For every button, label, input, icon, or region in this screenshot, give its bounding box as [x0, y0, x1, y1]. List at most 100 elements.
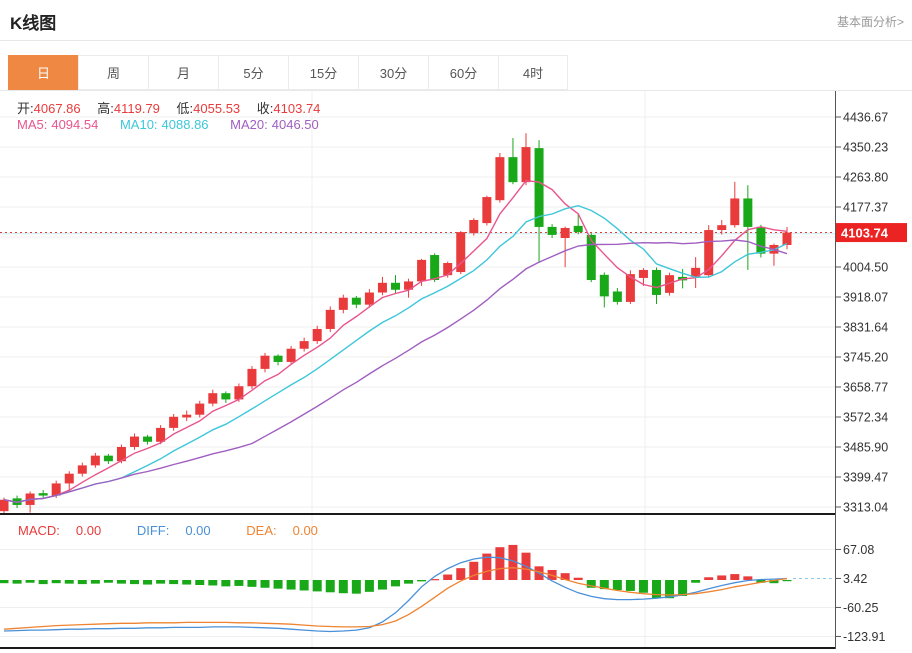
- fundamental-analysis-link[interactable]: 基本面分析>: [837, 13, 904, 30]
- candle-body: [573, 225, 583, 233]
- macd-bar: [730, 574, 740, 580]
- candle-body: [560, 227, 570, 239]
- ohlc-legend: 开:4067.86 高:4119.79 低:4055.53 收:4103.74: [17, 98, 333, 117]
- tab-4hour[interactable]: 4时: [498, 55, 568, 90]
- tab-week[interactable]: 周: [78, 55, 148, 90]
- header: K线图 基本面分析>: [0, 0, 912, 41]
- tab-5min[interactable]: 5分: [218, 55, 288, 90]
- candle-body: [273, 355, 283, 362]
- candle-body: [443, 263, 453, 276]
- macd-bar: [156, 580, 166, 584]
- candle-body: [547, 226, 557, 235]
- candle-body: [469, 219, 479, 234]
- y-axis-label: 3831.64: [843, 321, 888, 335]
- candle-body: [534, 148, 544, 227]
- macd-bar: [64, 580, 74, 584]
- macd-bar: [495, 547, 505, 580]
- macd-bar: [25, 580, 35, 583]
- macd-bar: [116, 580, 126, 584]
- tab-month[interactable]: 月: [148, 55, 218, 90]
- candle-body: [169, 416, 179, 428]
- ma5-label: MA5:: [17, 117, 48, 132]
- candle-body: [586, 234, 596, 281]
- candle-body: [299, 341, 309, 349]
- macd-bar: [338, 580, 348, 594]
- tab-15min[interactable]: 15分: [288, 55, 358, 90]
- candle-body: [338, 297, 348, 310]
- macd-bar: [743, 576, 753, 580]
- low-label: 低:: [176, 101, 194, 116]
- macd-bar: [103, 580, 113, 583]
- candle-body: [599, 274, 609, 297]
- tab-60min[interactable]: 60分: [428, 55, 498, 90]
- candle-body: [103, 455, 113, 462]
- candle-body: [351, 297, 361, 305]
- candle-body: [90, 455, 100, 466]
- macd-legend: MACD: 0.00 DIFF: 0.00 DEA: 0.00: [18, 523, 350, 538]
- candle-body: [260, 355, 270, 369]
- candle-body: [221, 393, 231, 400]
- ma10-label: MA10:: [119, 117, 158, 132]
- candle-body: [208, 393, 218, 404]
- candle-body: [364, 292, 374, 305]
- macd-bar: [51, 580, 61, 584]
- macd-bar: [573, 577, 583, 580]
- macd-bar: [351, 580, 361, 594]
- candle-body: [782, 232, 792, 246]
- macd-bar: [364, 580, 374, 592]
- macd-bar: [221, 580, 231, 587]
- candle-body: [417, 259, 427, 282]
- macd-bar: [691, 580, 701, 583]
- macd-bar: [782, 580, 792, 582]
- tab-30min[interactable]: 30分: [358, 55, 428, 90]
- page-title: K线图: [10, 14, 57, 33]
- macd-bar: [717, 575, 727, 580]
- candle-body: [717, 225, 727, 231]
- candle-body: [247, 368, 257, 387]
- y-axis-label: 4263.80: [843, 171, 888, 185]
- macd-bar: [130, 580, 139, 585]
- candle-body: [612, 291, 622, 302]
- open-value: 4067.86: [33, 101, 81, 116]
- macd-bar: [208, 580, 218, 586]
- macd-bar: [38, 580, 48, 585]
- candle-body: [130, 436, 139, 447]
- candle-body: [77, 465, 87, 474]
- macd-axis-label: 3.42: [843, 572, 867, 586]
- macd-bar: [286, 580, 296, 590]
- ma20-label: MA20:: [230, 117, 268, 132]
- high-value: 4119.79: [113, 101, 160, 116]
- macd-bar: [625, 580, 635, 591]
- macd-axis-label: 67.08: [843, 543, 874, 557]
- open-label: 开:: [17, 101, 34, 116]
- macd-bar: [273, 580, 283, 589]
- y-axis-label: 4436.67: [843, 111, 888, 125]
- candle-body: [730, 198, 740, 226]
- close-value: 4103.74: [273, 101, 321, 116]
- macd-axis-label: -60.25: [843, 601, 878, 615]
- diff-value: DIFF: 0.00: [136, 523, 211, 538]
- y-axis-label: 3485.90: [843, 441, 888, 455]
- tab-day[interactable]: 日: [8, 55, 78, 90]
- candle-body: [638, 269, 648, 278]
- y-axis-label: 3745.20: [843, 351, 888, 365]
- candle-body: [521, 147, 531, 183]
- macd-bar: [195, 580, 205, 586]
- candle-body: [312, 328, 322, 342]
- candle-body: [182, 414, 192, 418]
- candle-body: [508, 157, 518, 183]
- candle-body: [143, 436, 153, 442]
- macd-bar: [391, 580, 400, 587]
- macd-bar: [312, 580, 322, 592]
- candle-body: [652, 269, 661, 295]
- macd-bar: [377, 580, 387, 590]
- y-axis-label: 3399.47: [843, 471, 888, 485]
- candle-body: [743, 198, 753, 227]
- ma5-value: 4094.54: [51, 117, 99, 132]
- candle-body: [195, 403, 205, 415]
- macd-bar: [678, 580, 688, 596]
- macd-bar: [456, 568, 466, 580]
- macd-bar: [260, 580, 270, 588]
- macd-axis-label: -123.91: [843, 630, 885, 644]
- close-label: 收:: [256, 101, 274, 116]
